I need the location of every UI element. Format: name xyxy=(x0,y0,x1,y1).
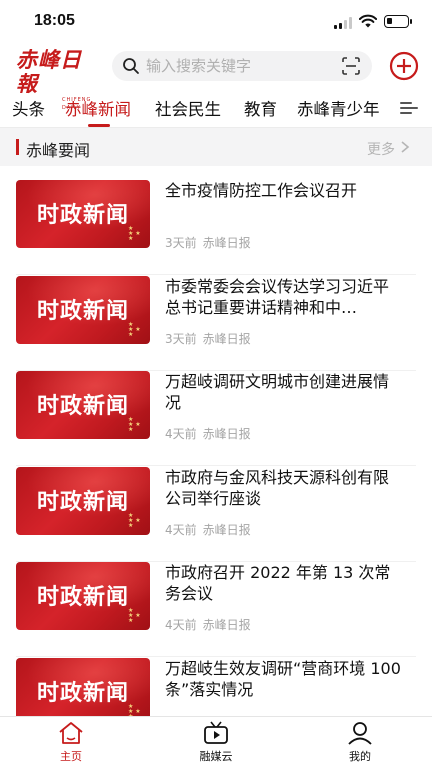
nav-profile-label: 我的 xyxy=(349,750,371,763)
news-title: 万超岐调研文明城市创建进展情况 xyxy=(165,372,390,412)
news-source: 赤峰日报 xyxy=(202,522,251,537)
video-icon xyxy=(204,721,228,744)
home-icon xyxy=(59,722,83,744)
news-title: 市政府召开 2022 年第 13 次常务会议 xyxy=(165,563,391,603)
battery-icon xyxy=(384,15,412,28)
status-time: 18:05 xyxy=(34,12,75,29)
news-meta: 4天前 赤峰日报 xyxy=(165,521,257,538)
tab-headlines[interactable]: 头条 xyxy=(12,96,45,120)
battery-level xyxy=(387,18,392,24)
wifi-icon xyxy=(359,14,377,28)
section-title: 赤峰要闻 xyxy=(26,141,91,160)
news-time: 4天前 xyxy=(165,522,197,537)
nav-media-label: 融媒云 xyxy=(199,750,233,763)
tab-youth[interactable]: 赤峰青少年 xyxy=(297,96,380,120)
tab-society[interactable]: 社会民生 xyxy=(155,96,221,120)
star-icon: ★★ ★★ xyxy=(128,511,141,529)
thumbnail-text: 时政新闻 xyxy=(36,297,129,324)
tab-menu-icon[interactable] xyxy=(400,100,418,116)
star-icon: ★★ ★★ xyxy=(128,607,141,624)
status-bar: 18:05 xyxy=(0,0,432,44)
star-icon: ★★ ★★ xyxy=(128,320,141,338)
news-time: 4天前 xyxy=(165,427,197,441)
star-icon: ★★ ★★ xyxy=(128,416,141,433)
news-meta: 4天前 赤峰日报 xyxy=(165,425,257,442)
thumbnail-text: 时政新闻 xyxy=(36,679,129,706)
thumbnail-text: 时政新闻 xyxy=(36,488,129,515)
nav-media[interactable]: 融媒云 xyxy=(176,717,256,768)
category-tabs: 头条 赤峰新闻 社会民生 教育 赤峰青少年 xyxy=(0,88,432,128)
nav-home[interactable]: 主页 xyxy=(31,717,111,768)
news-thumbnail: 时政新闻★★ ★★ xyxy=(16,371,150,439)
news-time: 3天前 xyxy=(165,236,197,250)
news-meta: 4天前 赤峰日报 xyxy=(165,616,257,633)
scan-icon[interactable] xyxy=(342,57,360,75)
search-icon xyxy=(123,58,139,74)
signal-icon xyxy=(334,17,354,29)
chevron-right-icon[interactable] xyxy=(400,141,410,153)
star-icon: ★★ ★★ xyxy=(128,225,141,242)
news-source: 赤峰日报 xyxy=(202,331,251,346)
active-tab-indicator xyxy=(88,124,110,127)
section-more-link[interactable]: 更多 xyxy=(367,139,395,159)
profile-icon xyxy=(348,722,372,745)
news-thumbnail: 时政新闻★★ ★★ xyxy=(16,275,150,344)
news-source: 赤峰日报 xyxy=(202,618,251,632)
news-source: 赤峰日报 xyxy=(202,427,251,441)
app-header: 赤峰日報 CHIFENG DAILY xyxy=(0,44,432,112)
plus-circle-icon[interactable] xyxy=(389,51,419,81)
news-thumbnail: 时政新闻★★ ★★ xyxy=(16,466,150,535)
news-thumbnail: 时政新闻★★ ★★ xyxy=(16,562,150,630)
news-meta: 3天前 赤峰日报 xyxy=(165,234,257,251)
news-item[interactable]: 时政新闻 ★ ★ ★ ★ 万超岐调研文明城市创建进展情况 4天前 赤峰日报 xyxy=(16,371,416,466)
tab-chifeng-news[interactable]: 赤峰新闻 xyxy=(65,96,131,120)
news-source: 赤峰日报 xyxy=(202,236,251,250)
news-item[interactable]: 时政新闻 ★ ★ ★ ★ 市政府召开 2022 年第 13 次常务会议 4天前 赤峰日报 xyxy=(16,562,416,657)
news-title: 万超岐生效友调研“营商环境 100条”落实情况 xyxy=(165,658,401,699)
tab-education[interactable]: 教育 xyxy=(244,96,277,120)
news-thumbnail: 时政新闻★★ ★★ xyxy=(16,180,150,248)
news-item[interactable]: 时政新闻 ★ ★ ★ ★ 全市疫情防控工作会议召开 3天前 赤峰日报 xyxy=(16,180,416,275)
news-title: 全市疫情防控工作会议召开 xyxy=(165,181,358,200)
search-bar[interactable] xyxy=(112,51,372,81)
news-title: 市政府与金风科技天源科创有限公司举行座谈 xyxy=(165,467,390,508)
news-meta: 3天前 赤峰日报 xyxy=(165,330,257,347)
section-marker xyxy=(16,139,19,155)
nav-home-label: 主页 xyxy=(60,750,82,763)
section-header: 赤峰要闻 更多 xyxy=(0,128,432,166)
app-logo[interactable]: 赤峰日報 CHIFENG DAILY xyxy=(16,48,102,112)
news-title: 市委常委会会议传达学习习近平总书记重要讲话精神和中… xyxy=(165,276,390,317)
news-time: 4天前 xyxy=(165,618,197,632)
bottom-nav: 主页 融媒云 我的 xyxy=(0,716,432,768)
news-item[interactable]: 时政新闻 ★ ★ ★ ★ 市委常委会会议传达学习习近平总书记重要讲话精神和中… 3天前 赤峰… xyxy=(16,275,416,371)
nav-profile[interactable]: 我的 xyxy=(320,717,400,768)
news-time: 3天前 xyxy=(165,331,197,346)
news-item[interactable]: 时政新闻 ★ ★ ★ ★ 市政府与金风科技天源科创有限公司举行座谈 4天前 赤峰日报 xyxy=(16,466,416,562)
search-input[interactable] xyxy=(146,51,336,81)
